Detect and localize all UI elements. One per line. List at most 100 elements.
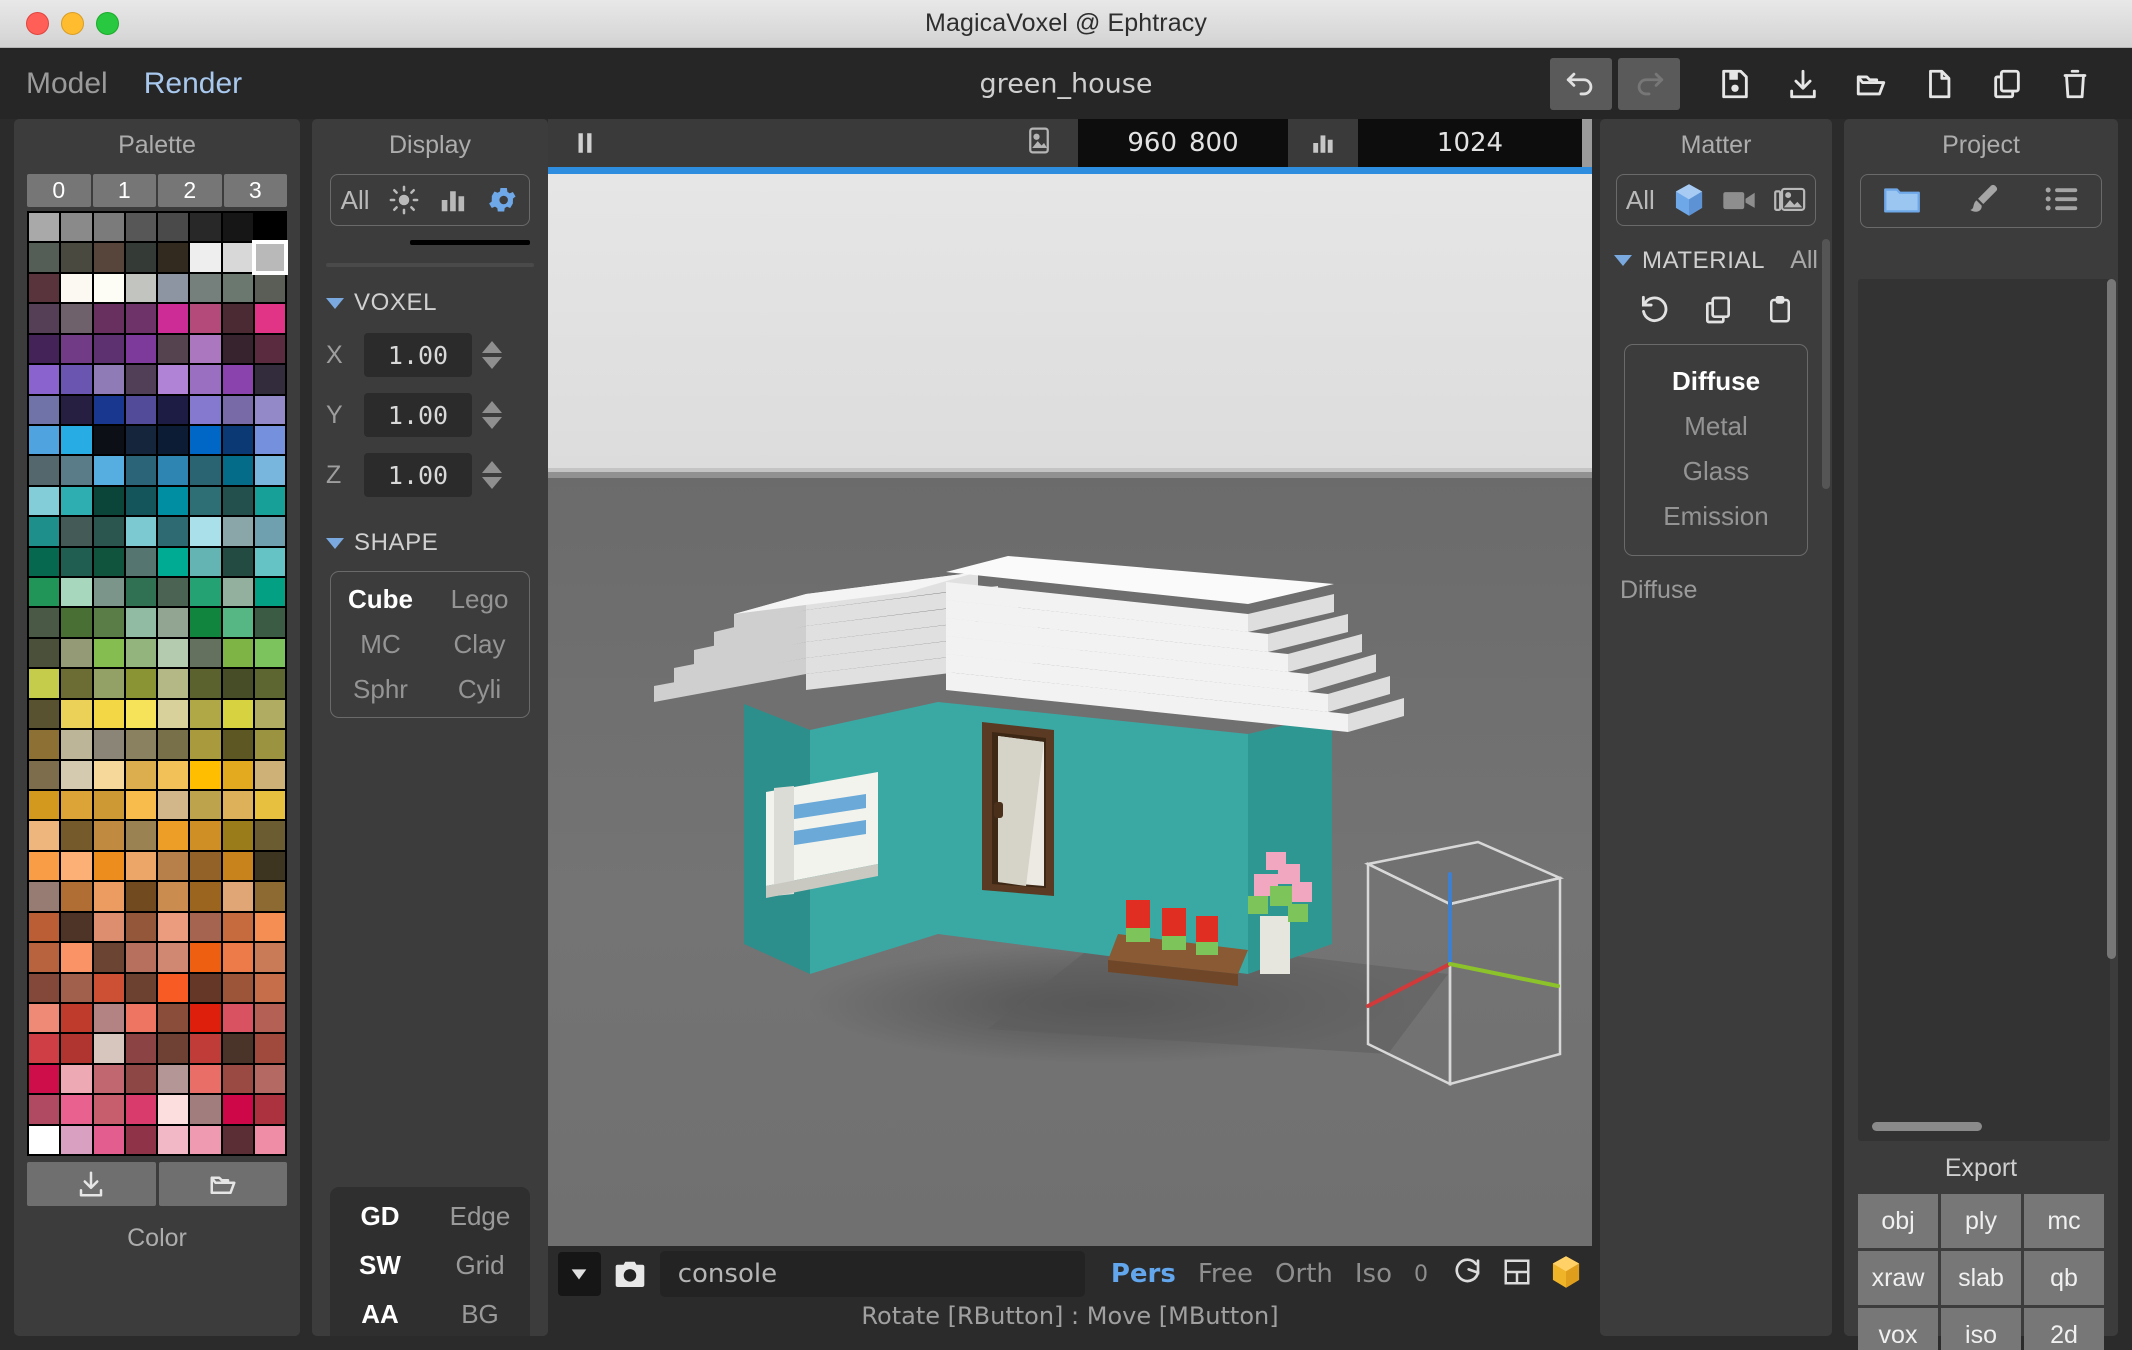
palette-color-195[interactable] — [125, 943, 156, 972]
export-2d-button[interactable]: 2d — [2024, 1308, 2104, 1350]
palette-color-72[interactable] — [29, 486, 60, 516]
palette-color-240[interactable] — [29, 1125, 60, 1155]
palette-color-80[interactable] — [29, 517, 60, 546]
palette-color-211[interactable] — [125, 1003, 156, 1033]
palette-color-27[interactable] — [125, 304, 156, 333]
redo-button[interactable] — [1618, 57, 1680, 110]
palette-color-228[interactable] — [158, 1064, 189, 1094]
palette-color-11[interactable] — [125, 243, 156, 272]
palette-color-173[interactable] — [190, 851, 221, 881]
gear-icon[interactable] — [487, 184, 519, 216]
palette-color-51[interactable] — [125, 395, 156, 424]
palette-color-82[interactable] — [93, 517, 124, 546]
palette-color-134[interactable] — [222, 699, 253, 729]
palette-color-138[interactable] — [93, 730, 124, 759]
palette-color-115[interactable] — [125, 638, 156, 668]
palette-color-119[interactable] — [254, 638, 285, 668]
palette-color-17[interactable] — [61, 273, 92, 303]
palette-color-156[interactable] — [158, 791, 189, 820]
palette-color-176[interactable] — [29, 882, 60, 911]
palette-color-8[interactable] — [29, 243, 60, 272]
open-button[interactable] — [1840, 58, 1902, 110]
camera-mode-orth[interactable]: Orth — [1275, 1259, 1333, 1289]
palette-color-244[interactable] — [158, 1125, 189, 1155]
palette-color-91[interactable] — [125, 547, 156, 577]
brush-icon[interactable] — [1965, 182, 2001, 221]
voxel-z-stepper[interactable] — [482, 461, 502, 489]
palette-color-100[interactable] — [158, 578, 189, 607]
palette-color-145[interactable] — [61, 760, 92, 790]
palette-color-169[interactable] — [61, 851, 92, 881]
palette-color-106[interactable] — [93, 608, 124, 637]
palette-color-39[interactable] — [254, 334, 285, 364]
palette-color-219[interactable] — [125, 1034, 156, 1063]
palette-color-83[interactable] — [125, 517, 156, 546]
palette-color-187[interactable] — [125, 912, 156, 942]
palette-color-114[interactable] — [93, 638, 124, 668]
palette-color-214[interactable] — [222, 1003, 253, 1033]
undo-button[interactable] — [1550, 57, 1612, 110]
palette-color-161[interactable] — [61, 821, 92, 850]
material-type-diffuse[interactable]: Diffuse — [1625, 359, 1807, 404]
palette-color-194[interactable] — [93, 943, 124, 972]
project-vscrollbar[interactable] — [2107, 279, 2116, 959]
palette-color-53[interactable] — [190, 395, 221, 424]
palette-color-221[interactable] — [190, 1034, 221, 1063]
palette-color-18[interactable] — [93, 273, 124, 303]
palette-color-141[interactable] — [190, 730, 221, 759]
matter-scrollbar[interactable] — [1822, 239, 1830, 489]
palette-color-229[interactable] — [190, 1064, 221, 1094]
palette-color-167[interactable] — [254, 821, 285, 850]
palette-page-1[interactable]: 1 — [92, 174, 156, 207]
new-file-button[interactable] — [1908, 58, 1970, 110]
save-button[interactable] — [1704, 58, 1766, 110]
delete-button[interactable] — [2044, 58, 2106, 110]
palette-color-151[interactable] — [254, 760, 285, 790]
duplicate-button[interactable] — [1976, 58, 2038, 110]
palette-color-239[interactable] — [254, 1095, 285, 1124]
palette-color-16[interactable] — [29, 273, 60, 303]
camera-mode-iso[interactable]: Iso — [1355, 1259, 1392, 1289]
palette-color-67[interactable] — [125, 456, 156, 485]
palette-color-243[interactable] — [125, 1125, 156, 1155]
palette-color-110[interactable] — [222, 608, 253, 637]
palette-color-87[interactable] — [254, 517, 285, 546]
palette-color-196[interactable] — [158, 943, 189, 972]
palette-color-14[interactable] — [222, 243, 253, 272]
camera-icon[interactable] — [609, 1252, 652, 1296]
palette-color-160[interactable] — [29, 821, 60, 850]
palette-color-47[interactable] — [254, 365, 285, 394]
matter-tab-all[interactable]: All — [1626, 185, 1655, 216]
shape-option-clay[interactable]: Clay — [430, 629, 529, 660]
palette-color-59[interactable] — [125, 425, 156, 455]
palette-color-105[interactable] — [61, 608, 92, 637]
palette-open-button[interactable] — [158, 1162, 287, 1207]
palette-page-0[interactable]: 0 — [27, 174, 91, 207]
palette-color-206[interactable] — [222, 973, 253, 1002]
shape-option-cube[interactable]: Cube — [331, 584, 430, 615]
palette-color-126[interactable] — [222, 669, 253, 698]
palette-color-43[interactable] — [125, 365, 156, 394]
palette-color-174[interactable] — [222, 851, 253, 881]
palette-color-28[interactable] — [158, 304, 189, 333]
palette-color-101[interactable] — [190, 578, 221, 607]
export-xraw-button[interactable]: xraw — [1858, 1251, 1938, 1305]
palette-color-118[interactable] — [222, 638, 253, 668]
export-ply-button[interactable]: ply — [1941, 1194, 2021, 1248]
folder-icon[interactable] — [1882, 183, 1922, 220]
project-hscrollbar[interactable] — [1872, 1122, 1982, 1131]
sun-icon[interactable] — [389, 185, 419, 215]
palette-color-210[interactable] — [93, 1003, 124, 1033]
clipboard-icon[interactable] — [1765, 293, 1795, 332]
palette-color-202[interactable] — [93, 973, 124, 1002]
palette-color-218[interactable] — [93, 1034, 124, 1063]
palette-color-20[interactable] — [158, 273, 189, 303]
palette-color-112[interactable] — [29, 638, 60, 668]
palette-color-41[interactable] — [61, 365, 92, 394]
palette-color-44[interactable] — [158, 365, 189, 394]
download-button[interactable] — [1772, 58, 1834, 110]
palette-color-135[interactable] — [254, 699, 285, 729]
palette-color-23[interactable] — [254, 273, 285, 303]
palette-color-127[interactable] — [254, 669, 285, 698]
palette-color-220[interactable] — [158, 1034, 189, 1063]
